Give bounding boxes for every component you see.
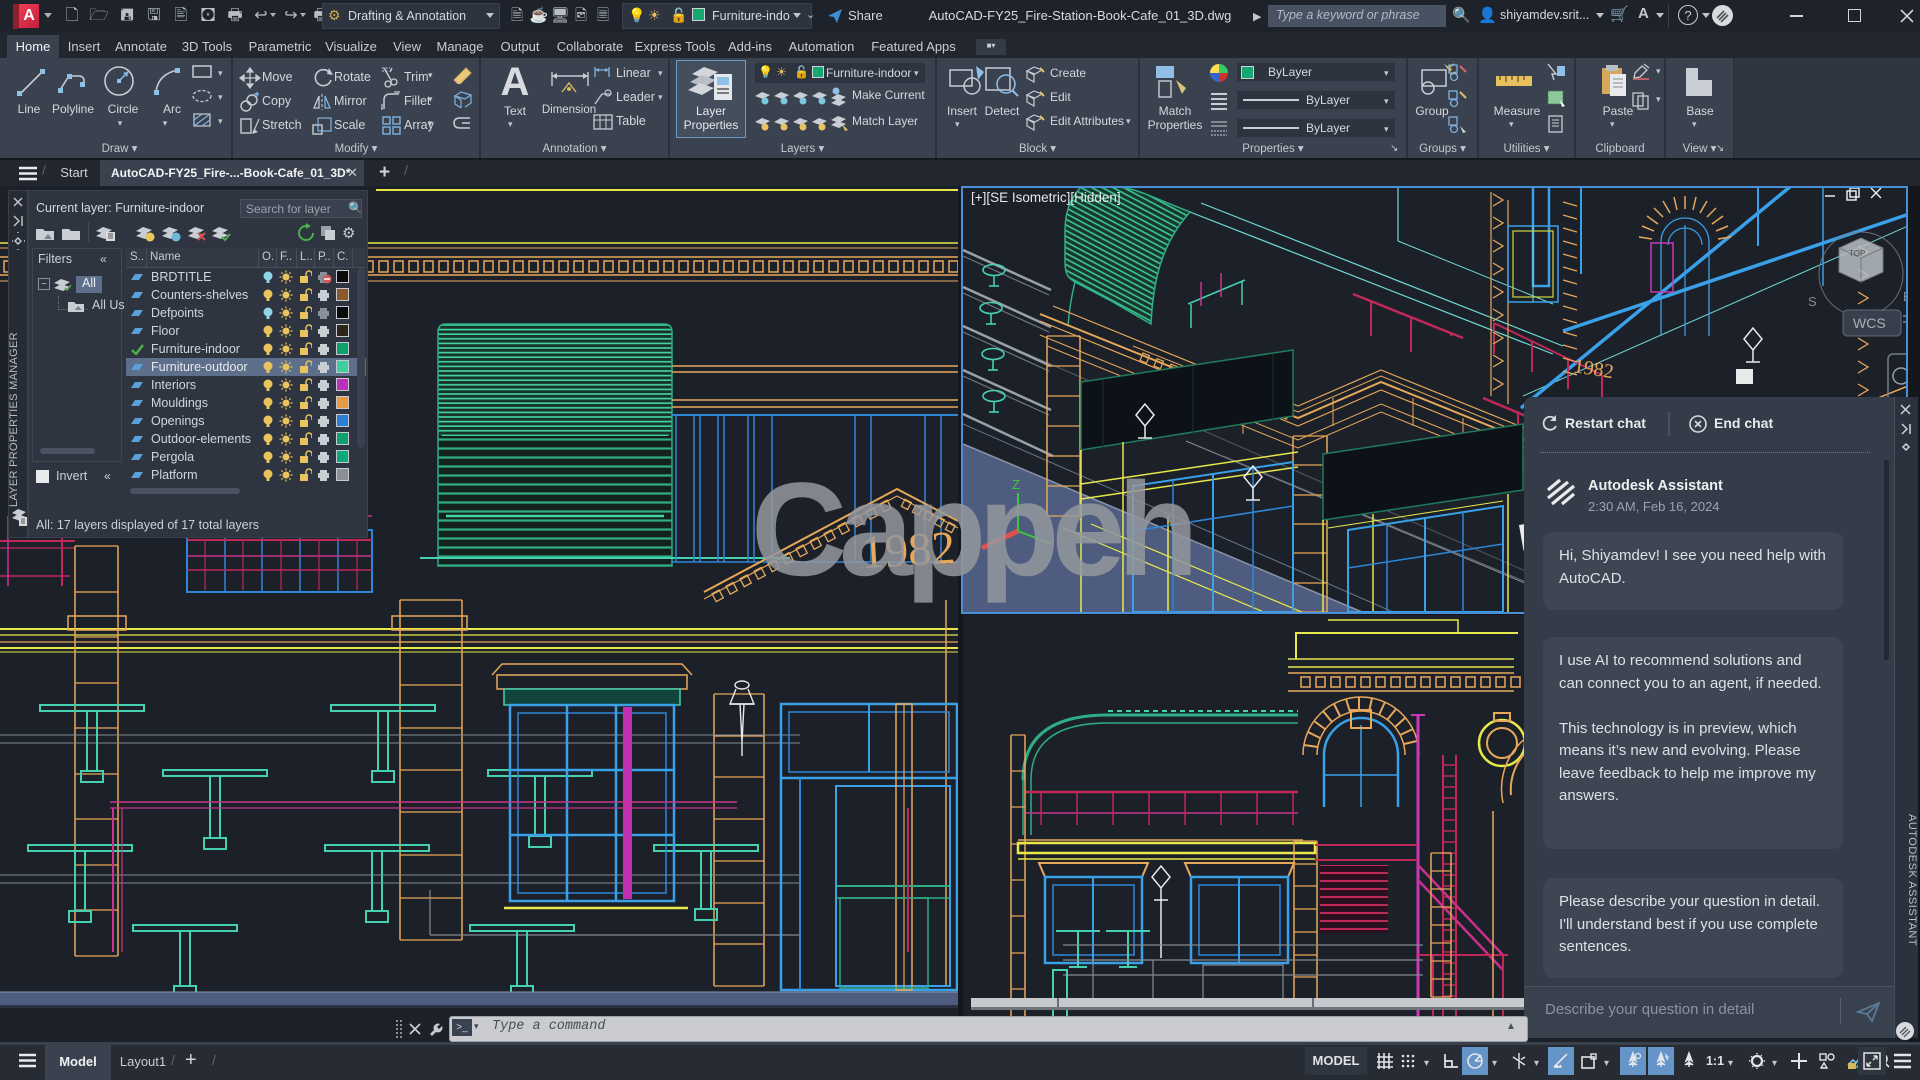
svg-text:WCS: WCS (1853, 315, 1886, 331)
svg-text:S: S (1808, 294, 1817, 309)
svg-text:TOP: TOP (1849, 249, 1865, 258)
svg-text:E: E (1903, 289, 1908, 304)
svg-text:[+][SE Isometric][Hidden]: [+][SE Isometric][Hidden] (971, 190, 1121, 205)
